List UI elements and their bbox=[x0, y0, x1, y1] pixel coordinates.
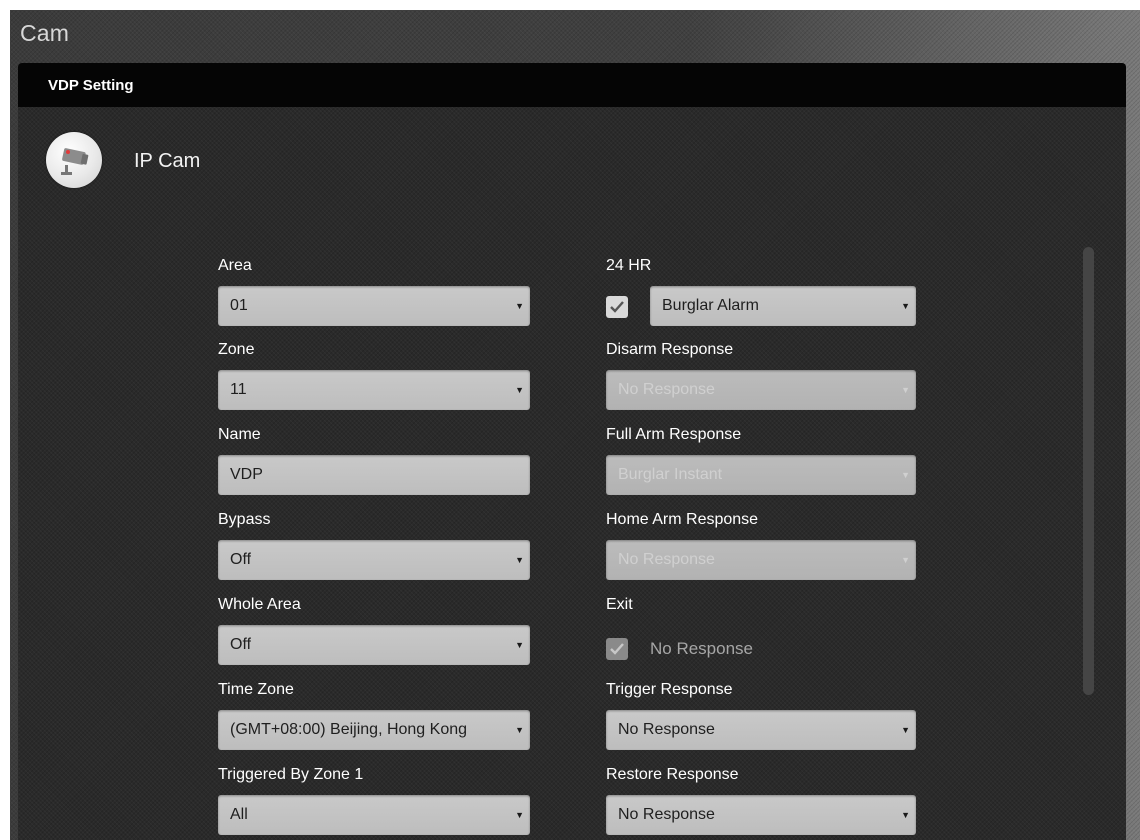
chevron-down-icon: ▼ bbox=[901, 470, 910, 480]
chevron-down-icon: ▼ bbox=[515, 301, 524, 311]
area-select[interactable]: 01 ▼ bbox=[218, 286, 530, 326]
bypass-label: Bypass bbox=[218, 511, 271, 528]
hr24-type-select[interactable]: Burglar Alarm ▼ bbox=[650, 286, 916, 326]
whole-area-select[interactable]: Off ▼ bbox=[218, 625, 530, 665]
hr24-label: 24 HR bbox=[606, 257, 652, 274]
exit-checkbox[interactable] bbox=[606, 638, 628, 660]
home-arm-response-select[interactable]: No Response ▼ bbox=[606, 540, 916, 580]
name-input[interactable]: VDP bbox=[218, 455, 530, 495]
time-zone-label: Time Zone bbox=[218, 681, 294, 698]
camera-icon bbox=[46, 132, 102, 188]
chevron-down-icon: ▼ bbox=[515, 555, 524, 565]
disarm-response-label: Disarm Response bbox=[606, 341, 734, 358]
chevron-down-icon: ▼ bbox=[515, 810, 524, 820]
device-name: IP Cam bbox=[134, 150, 201, 172]
triggered-by-zone-select[interactable]: All ▼ bbox=[218, 795, 530, 835]
panel-title: VDP Setting bbox=[18, 63, 1126, 107]
restore-response-select[interactable]: No Response ▼ bbox=[606, 795, 916, 835]
zone-label: Zone bbox=[218, 341, 255, 358]
chevron-down-icon: ▼ bbox=[901, 555, 910, 565]
chevron-down-icon: ▼ bbox=[515, 385, 524, 395]
whole-area-label: Whole Area bbox=[218, 596, 301, 613]
vertical-scrollbar[interactable] bbox=[1083, 247, 1094, 695]
chevron-down-icon: ▼ bbox=[515, 725, 524, 735]
checkmark-icon bbox=[610, 301, 624, 313]
home-arm-response-label: Home Arm Response bbox=[606, 511, 759, 528]
chevron-down-icon: ▼ bbox=[901, 385, 910, 395]
disarm-response-select[interactable]: No Response ▼ bbox=[606, 370, 916, 410]
triggered-by-zone-label: Triggered By Zone 1 bbox=[218, 766, 364, 783]
restore-response-label: Restore Response bbox=[606, 766, 739, 783]
exit-label: Exit bbox=[606, 596, 633, 613]
zone-select[interactable]: 11 ▼ bbox=[218, 370, 530, 410]
bypass-select[interactable]: Off ▼ bbox=[218, 540, 530, 580]
time-zone-select[interactable]: (GMT+08:00) Beijing, Hong Kong ▼ bbox=[218, 710, 530, 750]
hr24-checkbox[interactable] bbox=[606, 296, 628, 318]
chevron-down-icon: ▼ bbox=[901, 301, 910, 311]
area-label: Area bbox=[218, 257, 252, 274]
chevron-down-icon: ▼ bbox=[901, 810, 910, 820]
name-label: Name bbox=[218, 426, 261, 443]
checkmark-icon bbox=[610, 643, 624, 655]
window-title: Cam bbox=[20, 20, 70, 46]
full-arm-response-label: Full Arm Response bbox=[606, 426, 742, 443]
trigger-response-select[interactable]: No Response ▼ bbox=[606, 710, 916, 750]
chevron-down-icon: ▼ bbox=[901, 725, 910, 735]
exit-response-text: No Response bbox=[650, 639, 754, 658]
settings-panel: VDP Setting IP Cam Area 01 ▼ Zone 11 ▼ Nam… bbox=[18, 63, 1126, 840]
chevron-down-icon: ▼ bbox=[515, 640, 524, 650]
trigger-response-label: Trigger Response bbox=[606, 681, 733, 698]
full-arm-response-select[interactable]: Burglar Instant ▼ bbox=[606, 455, 916, 495]
app-window: Cam VDP Setting IP Cam Area 01 ▼ Zone 11 ▼… bbox=[10, 10, 1140, 840]
